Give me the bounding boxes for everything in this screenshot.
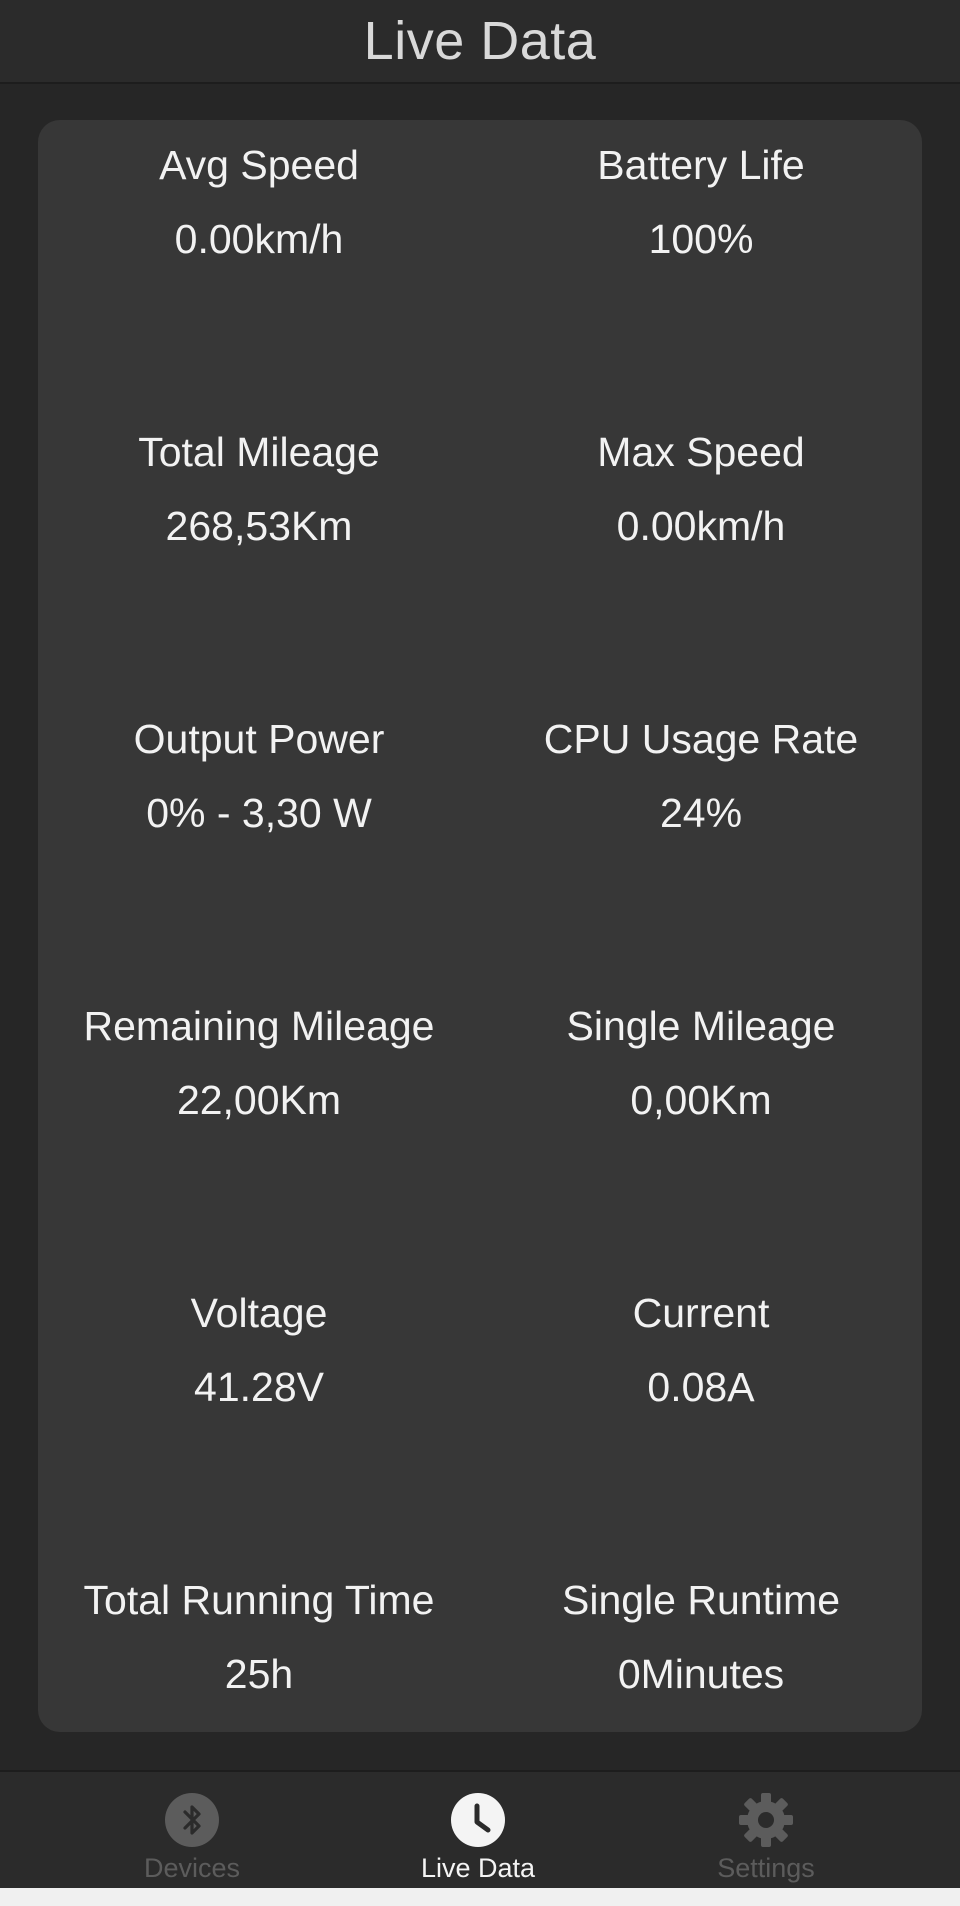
nav-item-live-data[interactable]: Live Data xyxy=(358,1772,598,1890)
gear-icon xyxy=(738,1792,794,1848)
stat-value: 25h xyxy=(224,1651,294,1697)
stat-value: 0Minutes xyxy=(617,1651,785,1697)
stat-remaining-mileage: Remaining Mileage 22,00Km xyxy=(38,1002,480,1162)
stat-value: 0.00km/h xyxy=(616,503,786,549)
stat-value: 22,00Km xyxy=(176,1077,342,1123)
stat-cpu-usage-rate: CPU Usage Rate 24% xyxy=(480,715,922,875)
stat-value: 0.00km/h xyxy=(174,216,344,262)
stat-value: 0% - 3,30 W xyxy=(146,790,372,836)
stat-label: Voltage xyxy=(190,1290,328,1336)
stat-label: CPU Usage Rate xyxy=(543,716,859,762)
bluetooth-icon xyxy=(164,1792,220,1848)
stat-total-mileage: Total Mileage 268,53Km xyxy=(38,428,480,588)
header-bar: Live Data xyxy=(0,0,960,84)
stat-value: 41.28V xyxy=(194,1364,324,1410)
stat-current: Current 0.08A xyxy=(480,1289,922,1449)
stat-value: 0.08A xyxy=(647,1364,755,1410)
stat-value: 268,53Km xyxy=(165,503,353,549)
stat-single-mileage: Single Mileage 0,00Km xyxy=(480,1002,922,1162)
stats-grid: Avg Speed 0.00km/h Battery Life 100% Tot… xyxy=(38,120,922,1732)
stat-label: Total Mileage xyxy=(138,429,380,475)
live-data-card: Avg Speed 0.00km/h Battery Life 100% Tot… xyxy=(38,120,922,1732)
stat-avg-speed: Avg Speed 0.00km/h xyxy=(38,141,480,301)
nav-item-settings[interactable]: Settings xyxy=(646,1772,886,1890)
stat-single-runtime: Single Runtime 0Minutes xyxy=(480,1576,922,1736)
nav-label: Devices xyxy=(143,1853,241,1883)
clock-icon xyxy=(450,1792,506,1848)
stat-label: Remaining Mileage xyxy=(83,1003,435,1049)
stat-label: Avg Speed xyxy=(159,142,359,188)
stat-label: Output Power xyxy=(133,716,385,762)
stat-battery-life: Battery Life 100% xyxy=(480,141,922,301)
page-title: Live Data xyxy=(363,11,597,71)
stat-label: Single Runtime xyxy=(561,1577,841,1623)
stat-label: Max Speed xyxy=(597,429,805,475)
stat-value: 24% xyxy=(659,790,743,836)
stat-voltage: Voltage 41.28V xyxy=(38,1289,480,1449)
app-root: Live Data Avg Speed 0.00km/h Battery Lif… xyxy=(0,0,960,1906)
nav-item-devices[interactable]: Devices xyxy=(72,1772,312,1890)
stat-label: Single Mileage xyxy=(566,1003,836,1049)
stat-label: Battery Life xyxy=(597,142,805,188)
system-bar-edge xyxy=(0,1888,960,1906)
nav-label: Settings xyxy=(717,1853,815,1883)
bottom-navigation: Devices Live Data Settings xyxy=(0,1770,960,1888)
nav-label: Live Data xyxy=(420,1853,536,1883)
stat-max-speed: Max Speed 0.00km/h xyxy=(480,428,922,588)
stat-label: Total Running Time xyxy=(83,1577,435,1623)
stat-output-power: Output Power 0% - 3,30 W xyxy=(38,715,480,875)
stat-label: Current xyxy=(632,1290,770,1336)
stat-value: 100% xyxy=(648,216,754,262)
stat-total-running-time: Total Running Time 25h xyxy=(38,1576,480,1736)
stat-value: 0,00Km xyxy=(630,1077,772,1123)
